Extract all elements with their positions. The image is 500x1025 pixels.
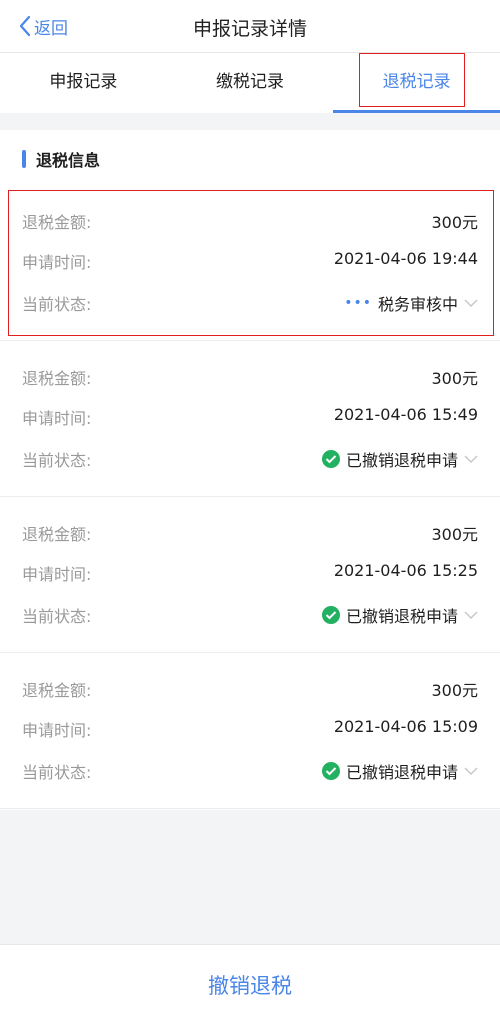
chevron-down-icon (464, 299, 478, 308)
amount-row: 退税金额: 300元 (22, 209, 478, 233)
status-text: 已撤销退税申请 (345, 607, 458, 626)
section-title: 退税信息 (36, 151, 101, 170)
amount-label: 退税金额: (22, 369, 92, 388)
amount-label: 退税金额: (22, 681, 92, 700)
time-row: 申请时间: 2021-04-06 15:25 (22, 561, 478, 585)
tab-label: 缴税记录 (216, 72, 284, 92)
section-header: 退税信息 (22, 148, 100, 170)
time-value: 2021-04-06 15:25 (333, 561, 478, 580)
status-label: 当前状态: (22, 763, 92, 782)
status-text: 已撤销退税申请 (345, 451, 458, 470)
time-label: 申请时间: (22, 253, 92, 272)
amount-value: 300元 (431, 681, 478, 700)
refund-info-card: 退税信息 退税金额: 300元 申请时间: 2021-04-06 19:44 当… (0, 130, 500, 810)
status-row: 当前状态: ••• 税务审核中 (22, 291, 478, 315)
time-value: 2021-04-06 19:44 (333, 249, 478, 268)
tab-bar: 申报记录 缴税记录 退税记录 (0, 53, 500, 113)
time-row: 申请时间: 2021-04-06 19:44 (22, 249, 478, 273)
time-label: 申请时间: (22, 565, 92, 584)
chevron-down-icon (464, 767, 478, 776)
time-label: 申请时间: (22, 409, 92, 428)
status-row: 当前状态: 已撤销退税申请 (22, 603, 478, 627)
refund-record[interactable]: 退税金额: 300元 申请时间: 2021-04-06 15:25 当前状态: … (0, 497, 500, 653)
status-value[interactable]: 已撤销退税申请 (321, 759, 478, 783)
page-title: 申报记录详情 (192, 18, 307, 40)
amount-row: 退税金额: 300元 (22, 365, 478, 389)
check-circle-icon (321, 450, 340, 468)
tab-declaration-records[interactable]: 申报记录 (0, 53, 167, 113)
status-row: 当前状态: 已撤销退税申请 (22, 759, 478, 783)
time-label: 申请时间: (22, 721, 92, 740)
check-circle-icon (321, 606, 340, 624)
amount-value: 300元 (431, 369, 478, 388)
amount-label: 退税金额: (22, 213, 92, 232)
status-value[interactable]: 已撤销退税申请 (321, 603, 478, 627)
tab-label: 申报记录 (49, 72, 118, 92)
amount-value: 300元 (431, 213, 478, 232)
status-text: 已撤销退税申请 (345, 763, 458, 782)
time-row: 申请时间: 2021-04-06 15:49 (22, 405, 478, 429)
status-text: 税务审核中 (377, 295, 458, 314)
status-value[interactable]: ••• 税务审核中 (344, 291, 478, 315)
tab-refund-records[interactable]: 退税记录 (333, 53, 500, 113)
tab-label: 退税记录 (382, 72, 451, 92)
navbar: 返回 申报记录详情 (0, 0, 500, 53)
refund-record[interactable]: 退税金额: 300元 申请时间: 2021-04-06 15:49 当前状态: … (0, 341, 500, 497)
amount-label: 退税金额: (22, 525, 92, 544)
status-label: 当前状态: (22, 451, 92, 470)
chevron-down-icon (464, 611, 478, 620)
cancel-refund-button[interactable]: 撤销退税 (0, 945, 500, 1025)
status-row: 当前状态: 已撤销退税申请 (22, 447, 478, 471)
status-label: 当前状态: (22, 295, 92, 314)
time-value: 2021-04-06 15:49 (333, 405, 478, 424)
tab-payment-records[interactable]: 缴税记录 (167, 53, 334, 113)
status-label: 当前状态: (22, 607, 92, 626)
refund-record[interactable]: 退税金额: 300元 申请时间: 2021-04-06 19:44 当前状态: … (0, 185, 500, 341)
check-circle-icon (321, 762, 340, 780)
status-value[interactable]: 已撤销退税申请 (321, 447, 478, 471)
amount-row: 退税金额: 300元 (22, 521, 478, 545)
amount-row: 退税金额: 300元 (22, 677, 478, 701)
time-row: 申请时间: 2021-04-06 15:09 (22, 717, 478, 741)
refund-record[interactable]: 退税金额: 300元 申请时间: 2021-04-06 15:09 当前状态: … (0, 653, 500, 809)
amount-value: 300元 (431, 525, 478, 544)
chevron-down-icon (464, 455, 478, 464)
time-value: 2021-04-06 15:09 (333, 717, 478, 736)
footer-bar: 撤销退税 (0, 944, 500, 1025)
section-accent-bar (22, 150, 26, 168)
dots-icon: ••• (344, 295, 372, 311)
